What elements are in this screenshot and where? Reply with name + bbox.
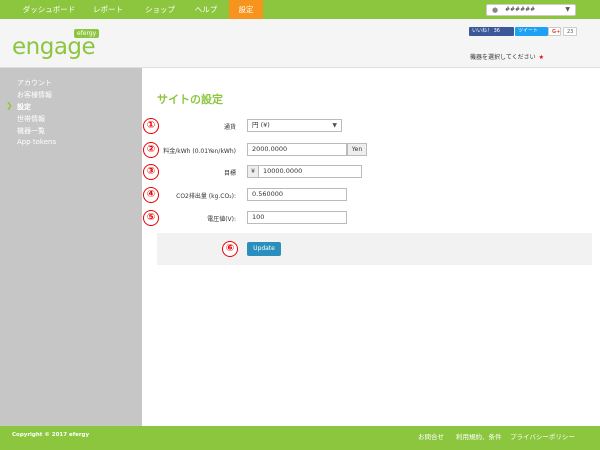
marker-1: ① [143,118,159,134]
rate-unit: Yen [347,143,367,156]
update-button[interactable]: Update [247,242,281,256]
footer-link-privacy[interactable]: プライバシーポリシー [510,431,575,441]
user-name: ###### [505,6,536,13]
marker-6: ⑥ [222,241,238,257]
sidebar-item-devices[interactable]: 機器一覧 [17,126,45,136]
co2-label: CO2排出量 (kg.CO₂): [176,193,236,200]
nav-help[interactable]: ヘルプ [188,0,224,19]
footer: Copyright © 2017 efergy お問合せ 利用規約、条件 プライ… [0,426,600,450]
sidebar-item-settings[interactable]: 設定 [17,102,31,112]
marker-5: ⑤ [143,210,159,226]
google-plus-button[interactable]: G+ [548,27,561,36]
user-icon: ● [492,6,499,14]
co2-input[interactable]: 0.560000 [247,188,347,201]
footer-link-contact[interactable]: お問合せ [418,431,444,441]
rate-label: 料金/kWh (0.01Yen/kWh) [163,148,236,155]
nav-settings[interactable]: 設定 [229,0,263,19]
nav-report[interactable]: レポート [86,0,130,19]
facebook-like-button[interactable]: いいね！ 36 [469,27,514,36]
currency-label: 通貨 [223,124,236,131]
footer-link-terms[interactable]: 利用規約、条件 [456,431,502,441]
caret-down-icon: ▼ [332,122,337,129]
tweet-button[interactable]: ツイート [515,27,548,36]
header: engage efergy いいね！ 36 ツイート G+ 23 機器を選択して… [0,19,600,68]
device-select[interactable]: 機器を選択してください ★ [470,52,544,61]
google-plus-count: 23 [563,27,577,36]
voltage-input[interactable]: 100 [247,211,347,224]
marker-3: ③ [143,164,159,180]
chevron-right-icon: ❯ [6,101,13,110]
page-title: サイトの設定 [157,93,223,106]
sidebar-item-household[interactable]: 世帯情報 [17,114,45,124]
nav-shop[interactable]: ショップ [138,0,182,19]
required-star-icon: ★ [538,54,545,61]
sidebar-item-customer-info[interactable]: お客様情報 [17,90,52,100]
target-input[interactable]: 10000.0000 [258,165,362,178]
top-nav: ダッシュボード レポート ショップ ヘルプ 設定 ● ###### ▼ [0,0,600,19]
device-select-label: 機器を選択してください [470,54,536,61]
currency-value: 円 (¥) [252,121,270,129]
target-label: 目標 [223,170,236,177]
marker-2: ② [143,142,159,158]
voltage-label: 電圧値(V): [207,216,236,223]
sidebar: アカウント お客様情報 ❯ 設定 世帯情報 機器一覧 App tokens [0,68,142,426]
caret-down-icon: ▼ [565,6,570,13]
marker-4: ④ [143,187,159,203]
user-menu[interactable]: ● ###### ▼ [486,4,576,16]
copyright: Copyright © 2017 efergy [12,432,90,438]
rate-input[interactable]: 2000.0000 [247,143,347,156]
nav-dashboard[interactable]: ダッシュボード [14,0,84,19]
sidebar-item-account[interactable]: アカウント [17,78,52,88]
logo-badge: efergy [74,29,100,38]
sidebar-item-app-tokens[interactable]: App tokens [17,138,56,146]
currency-select[interactable]: 円 (¥) ▼ [247,119,342,132]
